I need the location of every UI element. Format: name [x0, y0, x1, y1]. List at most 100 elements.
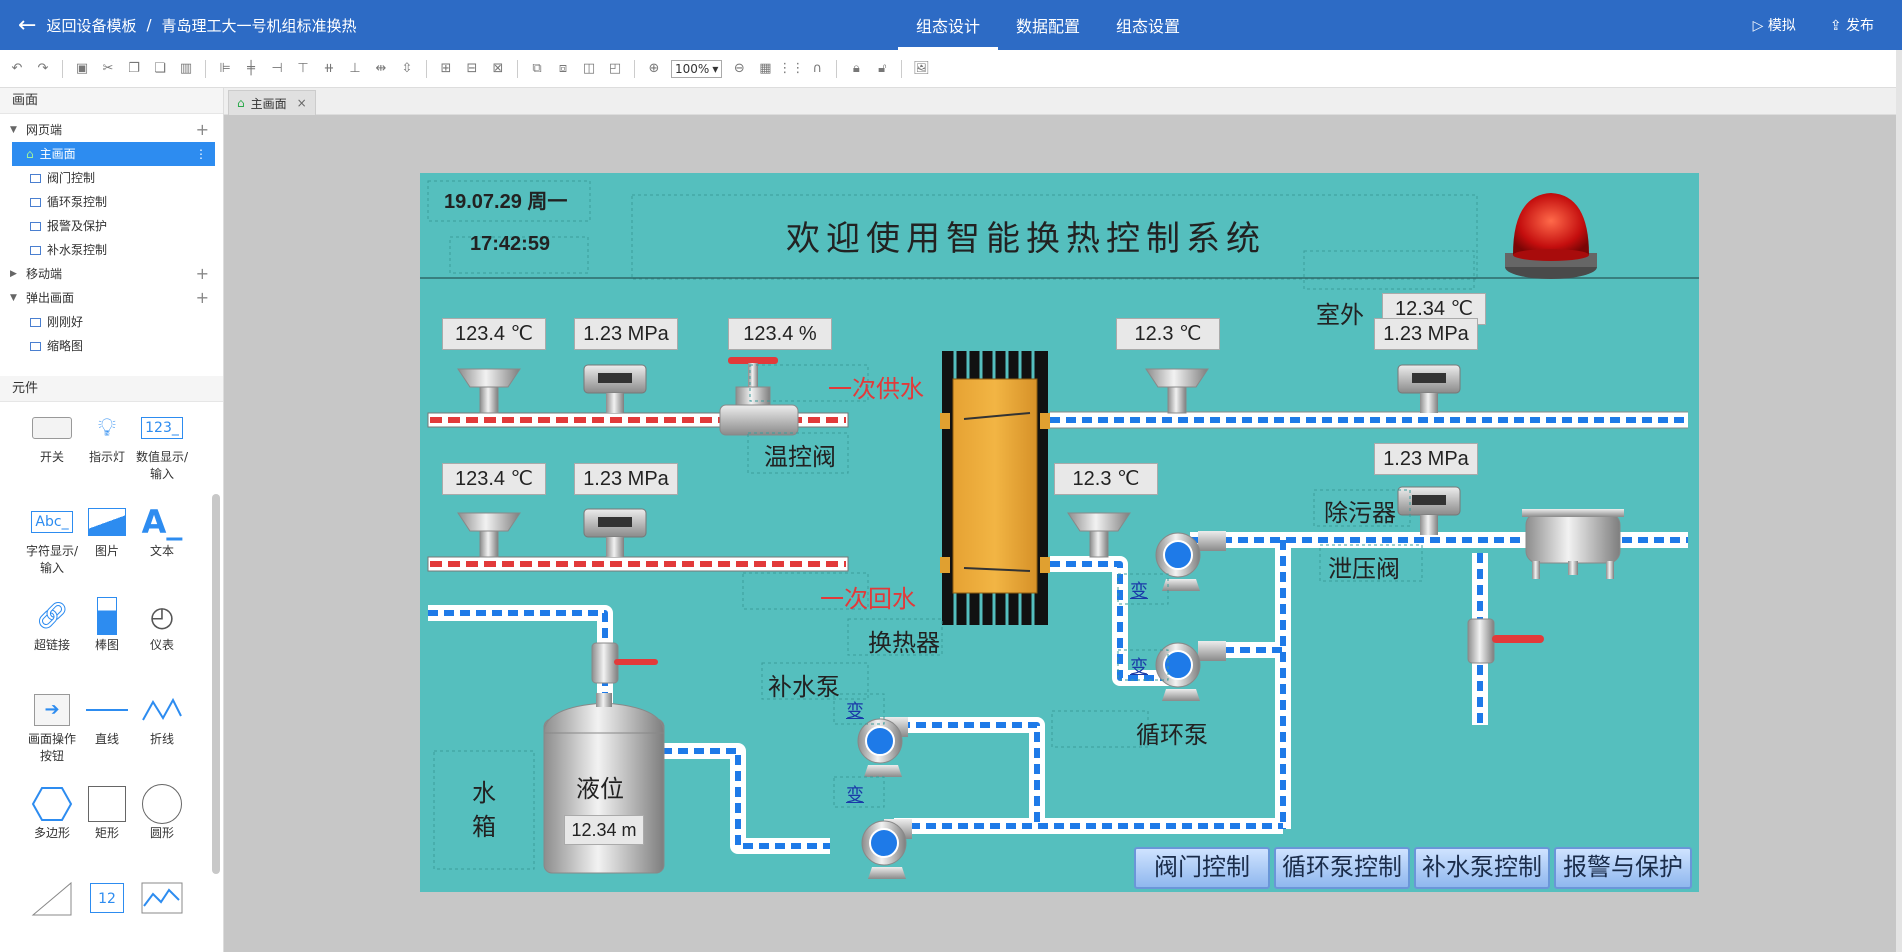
top-bar: ← 返回设备模板 / 青岛理工大一号机组标准换热 组态设计 数据配置 组态设置 …	[0, 0, 1902, 50]
tab-settings[interactable]: 组态设置	[1098, 0, 1198, 50]
vfd-link-circ-1[interactable]: 变	[1130, 577, 1148, 603]
close-icon[interactable]: ×	[297, 96, 307, 110]
more-icon[interactable]: ⋮	[195, 142, 207, 166]
tree-item-popup-2[interactable]: 缩略图	[0, 334, 223, 358]
comp-bar[interactable]: 棒图	[79, 596, 135, 653]
comp-gauge[interactable]: ◴ 仪表	[134, 596, 190, 653]
vfd-link-makeup-1[interactable]: 变	[846, 697, 864, 723]
group-icon[interactable]: ⧉	[528, 61, 546, 77]
tab-data-config[interactable]: 数据配置	[998, 0, 1098, 50]
undo-icon[interactable]: ↶	[8, 61, 26, 77]
nav-makeup-pump-button[interactable]: 补水泵控制	[1414, 847, 1550, 889]
same-height-icon[interactable]: ⊟	[463, 61, 481, 77]
nav-alarm-button[interactable]: 报警与保护	[1554, 847, 1692, 889]
back-link[interactable]: 返回设备模板	[46, 15, 136, 36]
image-icon[interactable]: 🖼︎	[912, 61, 930, 77]
right-scrollbar[interactable]	[1896, 50, 1902, 952]
link-icon: 🔗︎	[35, 601, 69, 631]
add-icon[interactable]: +	[196, 118, 209, 142]
editor-toolbar: ↶ ↷ ▣ ✂ ❐ ❏ ▥ ⊫ ╪ ⊣ ⊤ ⧺ ⊥ ⇹ ⇳ ⊞ ⊟ ⊠ ⧉ ⧈ …	[0, 50, 1902, 88]
tree-item-alarm[interactable]: 报警及保护	[0, 214, 223, 238]
snap-icon[interactable]: ⋮⋮	[778, 61, 804, 77]
nav-circ-pump-button[interactable]: 循环泵控制	[1274, 847, 1410, 889]
paste-icon[interactable]: ❏	[151, 61, 169, 77]
home-icon: ⌂	[26, 147, 34, 161]
back-arrow-icon[interactable]: ←	[18, 13, 36, 38]
zoom-out-icon[interactable]: ⊖	[730, 61, 748, 77]
comp-numeric[interactable]: 123_ 数值显示/输入	[134, 408, 190, 482]
vfd-link-makeup-2[interactable]: 变	[846, 781, 864, 807]
tree-node-popup[interactable]: ▼ 弹出画面 +	[0, 286, 223, 310]
distribute-h-icon[interactable]: ⇹	[372, 61, 390, 77]
ungroup-icon[interactable]: ⧈	[554, 61, 572, 77]
add-icon[interactable]: +	[196, 286, 209, 310]
comp-triangle[interactable]	[24, 878, 80, 918]
comp-rect[interactable]: 矩形	[79, 784, 135, 841]
align-top-icon[interactable]: ⊤	[294, 61, 312, 77]
screen-tree: ▼ 网页端 + ⌂ 主画面 ⋮ 阀门控制 循环泵控制 报警及保护 补水泵控制 ▶ 移动端 +…	[0, 114, 223, 358]
redo-icon[interactable]: ↷	[34, 61, 52, 77]
copy-icon[interactable]: ❐	[125, 61, 143, 77]
level-label: 液位	[576, 776, 624, 803]
page-tab-main[interactable]: ⌂ 主画面 ×	[228, 90, 316, 115]
tree-item-makeup-pump[interactable]: 补水泵控制	[0, 238, 223, 262]
grid-icon[interactable]: ▦	[756, 61, 774, 77]
tree-item-valve-control[interactable]: 阀门控制	[0, 166, 223, 190]
tab-design[interactable]: 组态设计	[898, 0, 999, 50]
triangle-icon	[24, 878, 80, 918]
comp-indicator[interactable]: 💡︎ 指示灯	[79, 408, 135, 465]
comp-switch[interactable]: 开关	[24, 408, 80, 465]
comp-string[interactable]: Abc_ 字符显示/输入	[24, 502, 80, 576]
align-right-icon[interactable]: ⊣	[268, 61, 286, 77]
nav-valve-control-button[interactable]: 阀门控制	[1134, 847, 1270, 889]
unlock-icon[interactable]: 🔓︎	[873, 61, 891, 77]
align-left-icon[interactable]: ⊫	[216, 61, 234, 77]
delete-icon[interactable]: ▥	[177, 61, 195, 77]
align-center-icon[interactable]: ╪	[242, 61, 260, 77]
polyline-icon	[134, 690, 190, 730]
comp-datetime[interactable]: 12	[79, 878, 135, 918]
zoom-in-icon[interactable]: ⊕	[645, 61, 663, 77]
comp-text[interactable]: A_ 文本	[134, 502, 190, 559]
tree-item-popup-1[interactable]: 刚刚好	[0, 310, 223, 334]
comp-circle[interactable]: 圆形	[134, 784, 190, 841]
outdoor-label: 室外	[1316, 302, 1364, 329]
tree-item-circ-pump[interactable]: 循环泵控制	[0, 190, 223, 214]
level-value: 12.34 m	[564, 815, 644, 845]
zoom-select[interactable]: 100% ▾	[671, 59, 723, 78]
calendar-icon: 12	[90, 883, 124, 913]
comp-polyline[interactable]: 折线	[134, 690, 190, 747]
add-icon[interactable]: +	[196, 262, 209, 286]
comp-hyperlink[interactable]: 🔗︎ 超链接	[24, 596, 80, 653]
chevron-down-icon: ▾	[712, 61, 719, 76]
desilter	[1522, 509, 1624, 579]
tree-item-main-screen[interactable]: ⌂ 主画面 ⋮	[12, 142, 215, 166]
comp-polygon[interactable]: 多边形	[24, 784, 80, 841]
cut-icon[interactable]: ✂	[99, 61, 117, 77]
publish-button[interactable]: ⇪ 发布	[1830, 15, 1874, 35]
align-middle-icon[interactable]: ⧺	[320, 61, 338, 77]
align-bottom-icon[interactable]: ⊥	[346, 61, 364, 77]
comp-line[interactable]: 直线	[79, 690, 135, 747]
tree-node-mobile[interactable]: ▶ 移动端 +	[0, 262, 223, 286]
send-back-icon[interactable]: ◰	[606, 61, 624, 77]
page-icon	[30, 198, 41, 207]
comp-trend[interactable]	[134, 878, 190, 918]
vfd-link-circ-2[interactable]: 变	[1130, 653, 1148, 679]
caret-down-icon: ▼	[10, 293, 17, 303]
comp-screen-button[interactable]: ➔ 画面操作按钮	[24, 690, 80, 764]
magnet-icon[interactable]: ∩	[808, 61, 826, 77]
bring-front-icon[interactable]: ◫	[580, 61, 598, 77]
same-size-icon[interactable]: ⊠	[489, 61, 507, 77]
lock-icon[interactable]: 🔒︎	[847, 61, 865, 77]
valve-label: 温控阀	[764, 444, 836, 471]
same-width-icon[interactable]: ⊞	[437, 61, 455, 77]
date-display: 19.07.29 周一	[444, 191, 568, 213]
save-icon[interactable]: ▣	[73, 61, 91, 77]
distribute-v-icon[interactable]: ⇳	[398, 61, 416, 77]
page-tab-strip: ⌂ 主画面 ×	[224, 88, 1902, 115]
tree-node-web[interactable]: ▼ 网页端 +	[0, 118, 223, 142]
comp-image[interactable]: 图片	[79, 502, 135, 559]
palette-scrollbar[interactable]	[212, 494, 220, 874]
simulate-button[interactable]: ▷ 模拟	[1753, 15, 1796, 35]
